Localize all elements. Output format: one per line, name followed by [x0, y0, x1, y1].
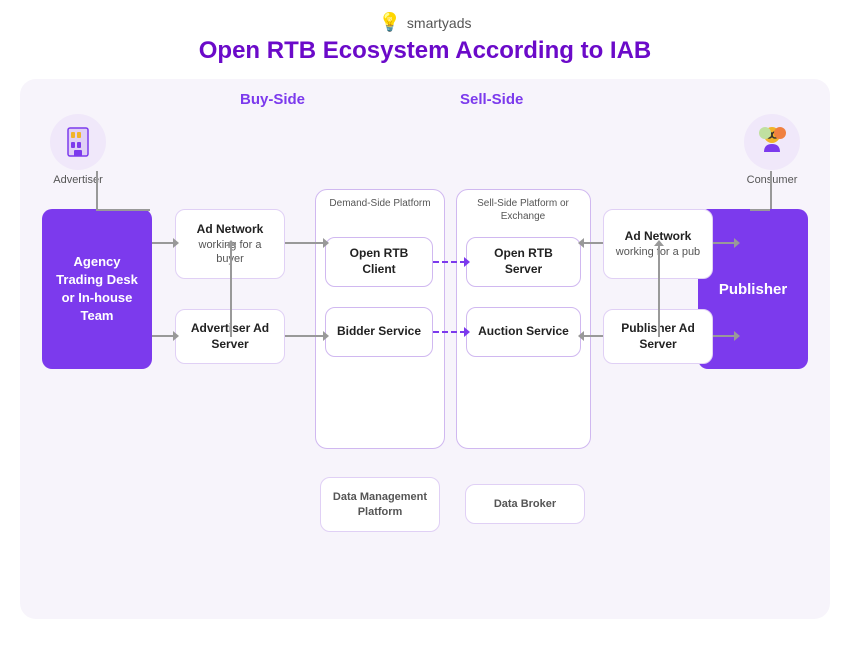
bidder-to-auction-dashed [433, 331, 466, 333]
arrowhead-right-4 [323, 331, 329, 341]
arrowhead-right-5 [734, 238, 740, 248]
arrowhead-right-3 [323, 238, 329, 248]
logo-icon: 💡 [379, 12, 401, 33]
adnet-pub-to-publisher-arrow [713, 242, 735, 244]
adnet-pub-v-connector [658, 244, 660, 337]
consumer-area: Consumer [744, 114, 800, 186]
auction-service-box: Auction Service [466, 307, 581, 357]
page: 💡 smartyads Open RTB Ecosystem According… [0, 0, 850, 660]
adnet-buyer-v-connector [230, 244, 232, 337]
arrowhead-right-1 [173, 238, 179, 248]
arrowhead-dashed-right [464, 257, 470, 267]
consumer-icon [744, 114, 800, 170]
adserver-to-bidder-arrow [285, 335, 325, 337]
agency-trading-desk-box: Agency Trading Desk or In-house Team [42, 209, 152, 369]
rtb-client-to-server-dashed [433, 261, 466, 263]
advertiser-to-agency-h [96, 209, 150, 211]
publisher-label: Publisher [719, 281, 787, 298]
dmp-label: Data Management Platform [321, 490, 439, 519]
consumer-to-publisher-h [750, 209, 770, 211]
adnet-to-dsp-arrow [285, 242, 325, 244]
arrowhead-left-1 [578, 238, 584, 248]
arrowhead-up-1 [226, 240, 236, 246]
ssp-label: Sell-Side Platform or Exchange [463, 197, 583, 223]
arrowhead-right-6 [734, 331, 740, 341]
sell-side-label: Sell-Side [460, 91, 523, 108]
open-rtb-server-title: Open RTB Server [475, 246, 572, 277]
consumer-to-publisher-v [770, 171, 772, 209]
publisher-box: Publisher [698, 209, 808, 369]
arrowhead-left-2 [578, 331, 584, 341]
open-rtb-client-box: Open RTB Client [325, 237, 433, 287]
bidder-service-box: Bidder Service [325, 307, 433, 357]
diagram-container: Buy-Side Sell-Side Advertiser [20, 79, 830, 619]
arrowhead-right-2 [173, 331, 179, 341]
agency-to-adserver-arrow [152, 335, 175, 337]
page-title: Open RTB Ecosystem According to IAB [199, 37, 652, 65]
bidder-service-title: Bidder Service [337, 324, 421, 340]
agency-to-adnet-arrow [152, 242, 175, 244]
data-broker-label: Data Broker [494, 497, 556, 511]
dmp-box: Data Management Platform [320, 477, 440, 532]
data-broker-box: Data Broker [465, 484, 585, 524]
buy-side-label: Buy-Side [240, 91, 305, 108]
open-rtb-client-title: Open RTB Client [334, 246, 424, 277]
auction-service-title: Auction Service [478, 324, 569, 340]
arrowhead-dashed-right-2 [464, 327, 470, 337]
consumer-label: Consumer [747, 174, 798, 186]
ssp-auction-to-pubadserver-arrow [581, 335, 603, 337]
ssp-to-adnet-pub-arrow [581, 242, 603, 244]
logo-area: 💡 smartyads [379, 12, 472, 33]
ad-network-buyer-title: Ad Network [197, 222, 264, 238]
arrowhead-up-2 [654, 240, 664, 246]
advertiser-icon [50, 114, 106, 170]
dsp-label: Demand-Side Platform [328, 197, 432, 210]
advertiser-to-agency-v [96, 171, 98, 209]
pubadserver-to-publisher-arrow [713, 335, 735, 337]
open-rtb-server-box: Open RTB Server [466, 237, 581, 287]
agency-trading-desk-label: Agency Trading Desk or In-house Team [50, 253, 144, 326]
logo-text: smartyads [407, 15, 472, 31]
